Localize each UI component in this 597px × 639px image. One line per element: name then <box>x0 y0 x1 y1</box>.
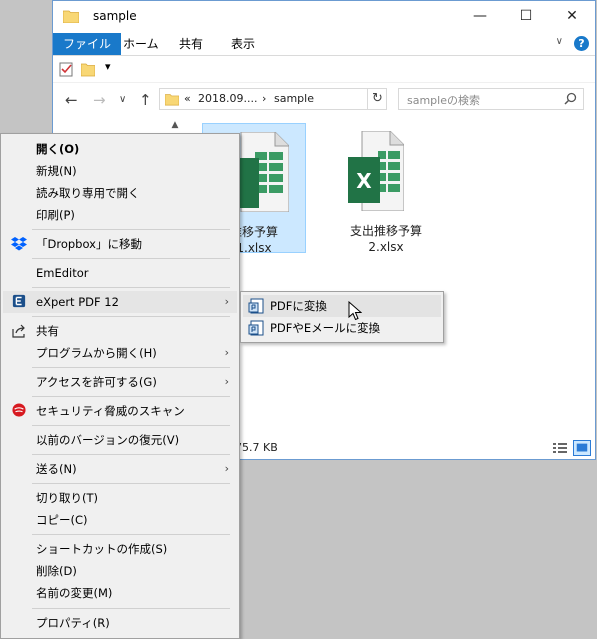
menu-item-give-access[interactable]: アクセスを許可する(G) › <box>3 371 237 393</box>
menu-separator <box>32 483 230 484</box>
menu-item-print[interactable]: 印刷(P) <box>3 204 237 226</box>
menu-item-send-to[interactable]: 送る(N) › <box>3 458 237 480</box>
convert-pdf-icon <box>248 298 264 314</box>
menu-item-copy[interactable]: コピー(C) <box>3 509 237 531</box>
tab-home[interactable]: ホーム <box>113 33 169 55</box>
scroll-up-arrow[interactable]: ▲ <box>167 117 183 133</box>
menu-item-create-shortcut[interactable]: ショートカットの作成(S) <box>3 538 237 560</box>
submenu-item-convert-pdf-email[interactable]: PDFやEメールに変換 <box>243 317 441 339</box>
menu-separator <box>32 229 230 230</box>
folder-icon <box>63 10 79 23</box>
large-icons-view-icon[interactable] <box>573 440 591 456</box>
expert-pdf-icon <box>12 294 26 308</box>
qat-dropdown-icon[interactable]: ▾ <box>105 60 111 73</box>
svg-text:X: X <box>356 169 372 193</box>
menu-item-emeditor[interactable]: EmEditor <box>3 262 237 284</box>
menu-item-security-scan[interactable]: セキュリティ脅威のスキャン <box>3 400 237 422</box>
submenu-arrow-icon: › <box>224 462 229 475</box>
breadcrumb-parent[interactable]: 2018.09.... <box>198 92 257 105</box>
submenu-item-convert-pdf[interactable]: PDFに変換 <box>243 295 441 317</box>
selection-size: 75.7 KB <box>235 441 278 454</box>
menu-item-cut[interactable]: 切り取り(T) <box>3 487 237 509</box>
context-menu: 開く(O) 新規(N) 読み取り専用で開く 印刷(P) 「Dropbox」に移動… <box>0 133 240 639</box>
menu-item-open-readonly[interactable]: 読み取り専用で開く <box>3 182 237 204</box>
menu-separator <box>32 287 230 288</box>
menu-separator <box>32 608 230 609</box>
title-bar[interactable]: sample — ☐ ✕ <box>53 1 595 33</box>
submenu-arrow-icon: › <box>224 375 229 388</box>
folder-icon <box>165 94 179 106</box>
back-button[interactable]: ← <box>65 91 78 109</box>
address-overflow[interactable]: « <box>184 92 191 105</box>
tab-share[interactable]: 共有 <box>169 33 213 55</box>
dropbox-icon <box>11 237 27 251</box>
submenu-arrow-icon: › <box>224 295 229 308</box>
close-button[interactable]: ✕ <box>549 1 595 31</box>
up-button[interactable]: ↑ <box>139 91 152 109</box>
menu-item-properties[interactable]: プロパティ(R) <box>3 612 237 634</box>
menu-item-rename[interactable]: 名前の変更(M) <box>3 582 237 604</box>
tab-view[interactable]: 表示 <box>221 33 265 55</box>
file-item[interactable]: X 支出推移予算 2.xlsx <box>334 123 438 254</box>
menu-separator <box>32 396 230 397</box>
recent-locations-button[interactable]: ∨ <box>119 94 126 105</box>
search-icon[interactable] <box>564 92 577 105</box>
ribbon-tabs: ファイル ホーム 共有 表示 ∨ ? <box>53 33 595 56</box>
minimize-button[interactable]: — <box>457 1 503 31</box>
menu-item-share[interactable]: 共有 <box>3 320 237 342</box>
refresh-button[interactable]: ↻ <box>367 88 387 110</box>
search-box[interactable]: sampleの検索 <box>398 88 584 110</box>
tab-file[interactable]: ファイル <box>53 33 122 55</box>
breadcrumb-current[interactable]: sample <box>274 92 314 105</box>
breadcrumb-separator[interactable]: › <box>262 92 266 105</box>
mouse-cursor-icon <box>348 301 362 321</box>
expert-pdf-submenu: PDFに変換 PDFやEメールに変換 <box>240 291 444 343</box>
menu-item-open-with[interactable]: プログラムから開く(H) › <box>3 342 237 364</box>
menu-item-expert-pdf[interactable]: eXpert PDF 12 › <box>3 291 237 313</box>
menu-separator <box>32 367 230 368</box>
ribbon-expand-button[interactable]: ∨ <box>556 36 563 47</box>
properties-icon[interactable] <box>59 61 73 77</box>
convert-pdf-email-icon <box>248 320 264 336</box>
menu-item-restore-versions[interactable]: 以前のバージョンの復元(V) <box>3 429 237 451</box>
submenu-arrow-icon: › <box>224 346 229 359</box>
forward-button[interactable]: → <box>93 91 106 109</box>
quick-access-toolbar: ▾ <box>53 56 595 83</box>
menu-separator <box>32 534 230 535</box>
menu-separator <box>32 258 230 259</box>
menu-separator <box>32 425 230 426</box>
menu-item-delete[interactable]: 削除(D) <box>3 560 237 582</box>
excel-file-icon <box>233 132 289 212</box>
maximize-button[interactable]: ☐ <box>503 1 549 31</box>
menu-separator <box>32 316 230 317</box>
excel-file-icon: X <box>348 131 404 211</box>
security-scan-icon <box>12 403 26 417</box>
help-icon[interactable]: ? <box>574 36 589 51</box>
menu-separator <box>32 454 230 455</box>
window-title: sample <box>93 9 137 23</box>
file-name: 支出推移予算 2.xlsx <box>349 224 422 254</box>
menu-item-dropbox[interactable]: 「Dropbox」に移動 <box>3 233 237 255</box>
address-box[interactable]: « 2018.09.... › sample <box>159 88 387 110</box>
search-placeholder: sampleの検索 <box>407 94 480 107</box>
share-icon <box>12 324 25 338</box>
new-folder-icon[interactable] <box>81 61 95 77</box>
menu-item-open[interactable]: 開く(O) <box>3 138 237 160</box>
address-bar-row: ← → ∨ ↑ « 2018.09.... › sample ↻ sampleの… <box>53 83 595 117</box>
details-view-icon[interactable] <box>551 440 569 456</box>
menu-item-new[interactable]: 新規(N) <box>3 160 237 182</box>
